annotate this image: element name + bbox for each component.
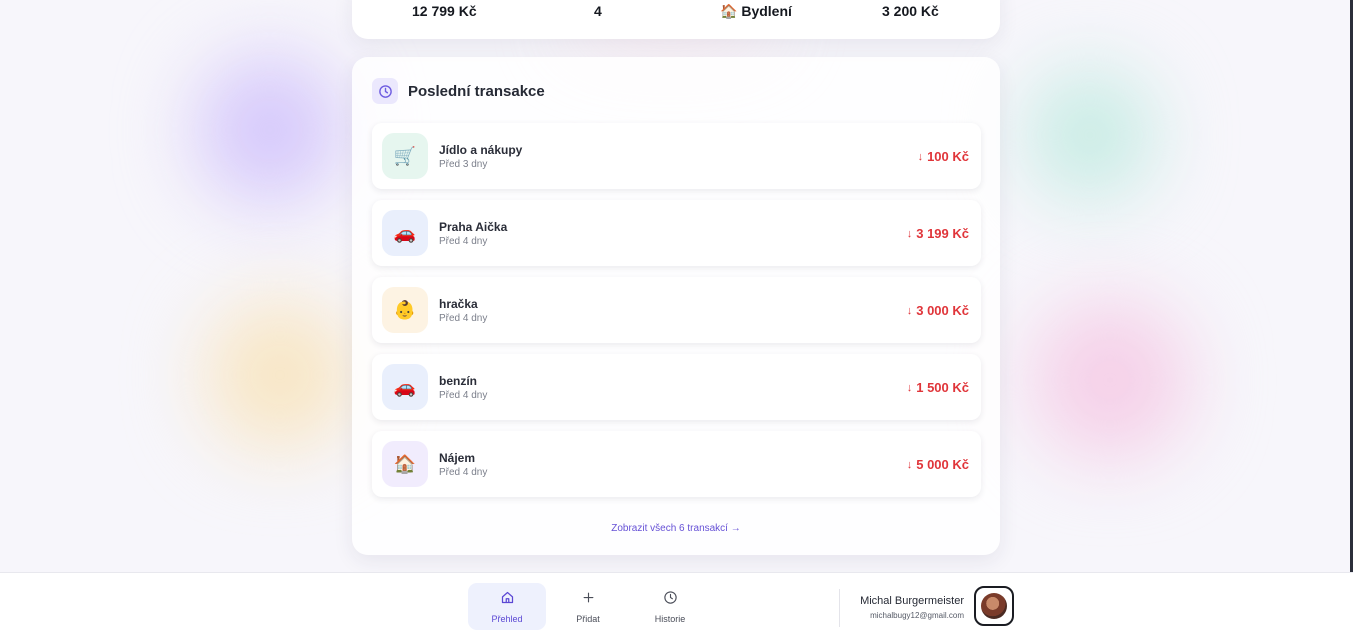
transaction-name: benzín [439, 374, 477, 388]
transaction-date: Před 4 dny [439, 467, 488, 478]
nav-divider [839, 589, 840, 627]
house-icon: 🏠 [720, 3, 738, 19]
transaction-item[interactable]: 🛒 Jídlo a nákupy Před 3 dny ↓ 100 Kč [372, 123, 981, 189]
transaction-amount: ↓ 100 Kč [918, 149, 969, 164]
transaction-amount-value: 3 000 Kč [916, 303, 969, 318]
clock-icon [372, 78, 398, 104]
avatar[interactable] [974, 586, 1014, 626]
transaction-amount: ↓ 1 500 Kč [907, 380, 969, 395]
car-icon: 🚗 [382, 210, 428, 256]
transaction-amount-value: 3 199 Kč [916, 226, 969, 241]
summary-top-category-label: Bydlení [741, 3, 792, 19]
bg-blob-pink [1030, 300, 1190, 460]
user-name: Michal Burgermeister [860, 595, 964, 607]
bg-blob-teal [1025, 70, 1155, 200]
transaction-amount-value: 1 500 Kč [916, 380, 969, 395]
transaction-amount-value: 5 000 Kč [916, 457, 969, 472]
transaction-item[interactable]: 👶 hračka Před 4 dny ↓ 3 000 Kč [372, 277, 981, 343]
car-icon: 🚗 [382, 364, 428, 410]
transaction-date: Před 3 dny [439, 159, 488, 170]
transaction-date: Před 4 dny [439, 236, 488, 247]
nav-item-prehled[interactable]: Přehled [468, 583, 546, 630]
recent-transactions-title: Poslední transakce [408, 83, 545, 100]
arrow-down-icon: ↓ [906, 227, 913, 240]
home-icon [500, 590, 515, 610]
arrow-down-icon: ↓ [906, 381, 913, 394]
transaction-item[interactable]: 🚗 benzín Před 4 dny ↓ 1 500 Kč [372, 354, 981, 420]
clock-icon [663, 590, 678, 610]
avatar-image [981, 593, 1007, 619]
transaction-amount: ↓ 3 000 Kč [907, 303, 969, 318]
bg-blob-purple [195, 55, 345, 205]
plus-icon [581, 590, 596, 610]
summary-count: 4 [594, 3, 602, 19]
user-email: michalbugy12@gmail.com [870, 611, 964, 620]
transaction-amount: ↓ 3 199 Kč [907, 226, 969, 241]
nav-label: Přehled [491, 613, 523, 624]
summary-top-category: 🏠 Bydlení [720, 3, 792, 20]
transaction-date: Před 4 dny [439, 313, 488, 324]
summary-top-category-amount: 3 200 Kč [882, 3, 939, 19]
transaction-date: Před 4 dny [439, 390, 488, 401]
baby-icon: 👶 [382, 287, 428, 333]
transaction-name: Nájem [439, 451, 476, 465]
recent-transactions-card: Poslední transakce 🛒 Jídlo a nákupy Před… [352, 57, 1000, 555]
bottom-nav-bar: Přehled Přidat Historie Michal Burgermei… [0, 572, 1353, 635]
arrow-down-icon: ↓ [906, 458, 913, 471]
arrow-down-icon: ↓ [917, 150, 924, 163]
nav-label: Historie [654, 613, 686, 624]
nav-label: Přidat [576, 613, 600, 624]
view-all-transactions-link[interactable]: Zobrazit všech 6 transakcí → [352, 523, 1000, 534]
arrow-down-icon: ↓ [906, 304, 913, 317]
cart-icon: 🛒 [382, 133, 428, 179]
transaction-amount-value: 100 Kč [927, 149, 969, 164]
house-icon: 🏠 [382, 441, 428, 487]
transaction-name: hračka [439, 297, 478, 311]
transaction-amount: ↓ 5 000 Kč [907, 457, 969, 472]
nav-item-pridat[interactable]: Přidat [549, 583, 627, 630]
transaction-item[interactable]: 🚗 Praha Aička Před 4 dny ↓ 3 199 Kč [372, 200, 981, 266]
nav-item-historie[interactable]: Historie [631, 583, 709, 630]
transaction-item[interactable]: 🏠 Nájem Před 4 dny ↓ 5 000 Kč [372, 431, 981, 497]
bg-blob-amber [205, 300, 355, 450]
summary-total: 12 799 Kč [412, 3, 477, 19]
transaction-name: Jídlo a nákupy [439, 143, 523, 157]
summary-card: 12 799 Kč 4 🏠 Bydlení 3 200 Kč [352, 0, 1000, 39]
transaction-name: Praha Aička [439, 220, 508, 234]
